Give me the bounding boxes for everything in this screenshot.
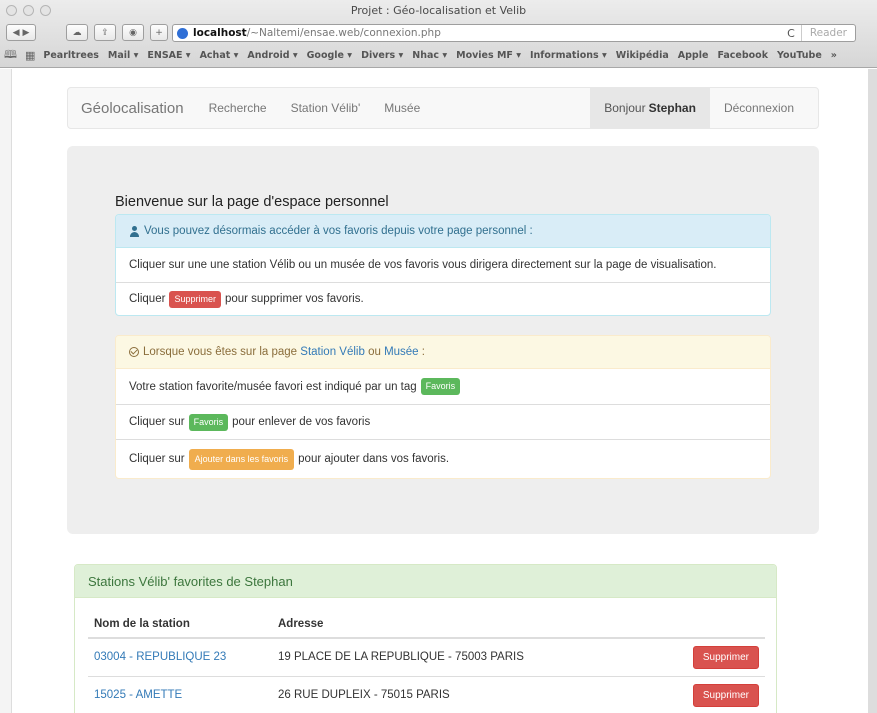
check-circle-icon xyxy=(129,347,139,357)
bookmark-item[interactable]: Google ▾ xyxy=(307,50,352,61)
warn-row-1-text: Votre station favorite/musée favori est … xyxy=(129,380,417,393)
share-button[interactable]: ⇪ xyxy=(94,24,116,41)
reader-button[interactable]: Reader xyxy=(800,25,855,41)
info-panel: Vous pouvez désormais accéder à vos favo… xyxy=(115,214,771,316)
book-icon[interactable]: 🕮 xyxy=(4,46,17,65)
bookmark-item[interactable]: Apple xyxy=(678,50,709,61)
nav-link-station-velib[interactable]: Station Vélib' xyxy=(279,101,373,115)
info-row-2-post: pour supprimer vos favoris. xyxy=(224,293,364,305)
bookmark-item[interactable]: Mail ▾ xyxy=(108,50,138,61)
url-path: /~Naltemi/ensae.web/connexion.php xyxy=(246,27,441,39)
extension-icon: ◉ xyxy=(129,27,137,38)
greeting-text: Bonjour xyxy=(604,101,646,115)
musee-link[interactable]: Musée xyxy=(384,346,419,358)
page-title: Bienvenue sur la page d'espace personnel xyxy=(115,194,389,210)
title-bar: Projet : Géo-localisation et Velib xyxy=(0,0,877,22)
grid-icon[interactable]: ▦ xyxy=(25,49,35,62)
ajouter-favoris-label: Ajouter dans les favoris xyxy=(188,448,295,470)
bookmark-item[interactable]: Nhac ▾ xyxy=(412,50,447,61)
nav-link-recherche[interactable]: Recherche xyxy=(197,101,279,115)
bookmark-item[interactable]: Android ▾ xyxy=(247,50,297,61)
warn-row-3-post: pour ajouter dans vos favoris. xyxy=(298,453,450,465)
warning-panel-heading: Lorsque vous êtes sur la page Station Vé… xyxy=(116,336,770,369)
warn-row-3-pre: Cliquer sur xyxy=(129,453,185,465)
bookmark-item[interactable]: Wikipédia xyxy=(616,50,669,61)
info-row-2-pre: Cliquer xyxy=(129,293,166,305)
navbar-right: Bonjour Stephan Déconnexion xyxy=(590,88,818,128)
favorites-heading: Stations Vélib' favorites de Stephan xyxy=(75,565,776,598)
window-title: Projet : Géo-localisation et Velib xyxy=(350,4,527,17)
cloud-icon: ☁ xyxy=(72,27,82,38)
back-arrow-icon[interactable]: ◀ xyxy=(13,28,20,38)
warning-panel: Lorsque vous êtes sur la page Station Vé… xyxy=(115,335,771,479)
station-velib-link[interactable]: Station Vélib xyxy=(300,346,365,358)
info-row-1-text: Cliquer sur une une station Vélib ou un … xyxy=(129,259,717,271)
address-bar[interactable]: localhost/~Naltemi/ensae.web/connexion.p… xyxy=(172,24,856,42)
bookmark-item[interactable]: Movies MF ▾ xyxy=(456,50,521,61)
table-header-row: Nom de la station Adresse xyxy=(88,610,765,639)
forward-arrow-icon[interactable]: ▶ xyxy=(22,28,29,38)
warn-heading-post: : xyxy=(421,346,425,358)
station-link[interactable]: 03004 - REPUBLIQUE 23 xyxy=(94,651,226,663)
column-header-action xyxy=(675,610,765,639)
column-header-name: Nom de la station xyxy=(88,610,272,639)
favorites-panel: Stations Vélib' favorites de Stephan Nom… xyxy=(74,564,777,713)
table-row: 15025 - AMETTE 26 RUE DUPLEIX - 75015 PA… xyxy=(88,675,765,713)
warn-row-1: Votre station favorite/musée favori est … xyxy=(116,369,770,404)
left-gutter xyxy=(0,69,12,713)
info-heading-text: Vous pouvez désormais accéder à vos favo… xyxy=(144,225,533,237)
station-address: 26 RUE DUPLEIX - 75015 PARIS xyxy=(272,675,675,713)
favoris-remove-label: Favoris xyxy=(188,413,229,431)
back-forward-buttons[interactable]: ◀ ▶ xyxy=(6,24,36,41)
bookmark-item[interactable]: Divers ▾ xyxy=(361,50,403,61)
logout-link[interactable]: Déconnexion xyxy=(710,88,818,128)
warn-row-2-pre: Cliquer sur xyxy=(129,416,185,428)
nav-link-musee[interactable]: Musée xyxy=(372,101,432,115)
table-row: 03004 - REPUBLIQUE 23 19 PLACE DE LA REP… xyxy=(88,637,765,676)
station-address: 19 PLACE DE LA REPUBLIQUE - 75003 PARIS xyxy=(272,637,675,676)
bookmark-item[interactable]: » xyxy=(831,50,837,61)
web-page: Géolocalisation Recherche Station Vélib'… xyxy=(12,69,877,713)
warn-row-2: Cliquer sur Favoris pour enlever de vos … xyxy=(116,404,770,439)
bookmark-item[interactable]: Facebook xyxy=(717,50,768,61)
icloud-tabs-button[interactable]: ☁ xyxy=(66,24,88,41)
username: Stephan xyxy=(648,101,696,115)
extension-button[interactable]: ◉ xyxy=(122,24,144,41)
favoris-tag-label: Favoris xyxy=(420,378,461,395)
warn-row-2-post: pour enlever de vos favoris xyxy=(232,416,371,428)
info-row-2: Cliquer Supprimer pour supprimer vos fav… xyxy=(116,282,770,315)
bookmark-item[interactable]: ENSAE ▾ xyxy=(147,50,190,61)
user-greeting[interactable]: Bonjour Stephan xyxy=(590,88,710,128)
browser-toolbar: ◀ ▶ ☁ ⇪ ◉ + localhost/~Naltemi/ensae.web… xyxy=(0,22,877,44)
info-row-1: Cliquer sur une une station Vélib ou un … xyxy=(116,248,770,282)
supprimer-label: Supprimer xyxy=(169,290,221,308)
bookmark-item[interactable]: Informations ▾ xyxy=(530,50,607,61)
supprimer-button[interactable]: Supprimer xyxy=(692,645,759,669)
reload-icon[interactable]: C xyxy=(787,27,795,40)
bookmark-item[interactable]: Pearltrees xyxy=(43,50,99,61)
new-tab-button[interactable]: + xyxy=(150,24,168,41)
bookmark-item[interactable]: YouTube xyxy=(777,50,822,61)
station-link[interactable]: 15025 - AMETTE xyxy=(94,689,182,701)
share-icon: ⇪ xyxy=(101,27,109,38)
warn-heading-mid: ou xyxy=(368,346,381,358)
globe-icon xyxy=(177,27,188,39)
browser-chrome: Projet : Géo-localisation et Velib ◀ ▶ ☁… xyxy=(0,0,877,68)
plus-icon: + xyxy=(155,27,163,38)
navbar-brand[interactable]: Géolocalisation xyxy=(68,100,197,117)
column-header-address: Adresse xyxy=(272,610,675,639)
bookmark-list: Pearltrees Mail ▾ ENSAE ▾ Achat ▾ Android ▾ G… xyxy=(43,50,846,61)
favorites-table: Nom de la station Adresse 03004 - REPUBL… xyxy=(88,610,765,713)
bookmarks-bar: 🕮 ▦ Pearltrees Mail ▾ ENSAE ▾ Achat ▾ Androi… xyxy=(0,44,877,66)
supprimer-button[interactable]: Supprimer xyxy=(692,683,759,707)
warn-row-3: Cliquer sur Ajouter dans les favoris pou… xyxy=(116,439,770,478)
right-scroll-edge xyxy=(868,69,877,713)
url-host: localhost xyxy=(193,27,247,39)
user-icon xyxy=(129,225,140,237)
bookmark-item[interactable]: Achat ▾ xyxy=(200,50,239,61)
jumbotron: Bienvenue sur la page d'espace personnel… xyxy=(67,146,819,534)
info-panel-heading: Vous pouvez désormais accéder à vos favo… xyxy=(116,215,770,248)
site-navbar: Géolocalisation Recherche Station Vélib'… xyxy=(67,87,819,129)
warn-heading-pre: Lorsque vous êtes sur la page xyxy=(143,346,298,358)
